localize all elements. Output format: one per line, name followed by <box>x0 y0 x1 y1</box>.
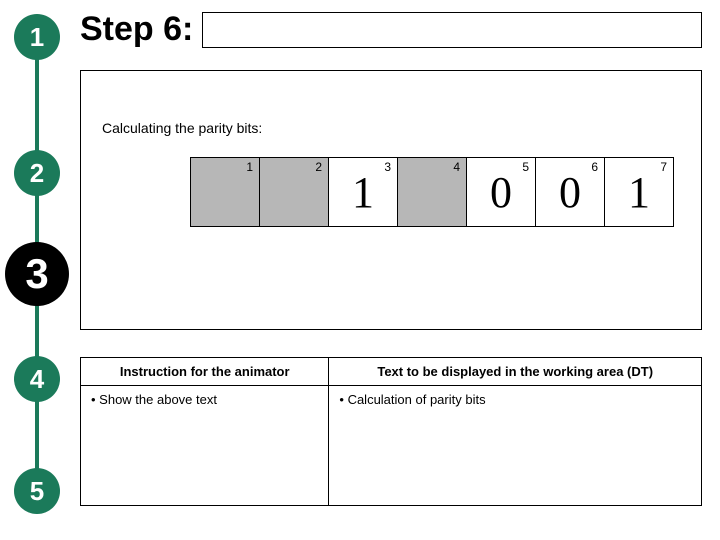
slide-canvas: 1 2 3 4 5 Step 6: Calculating the parity… <box>0 0 720 540</box>
bit-cell-3: 3 1 <box>328 157 398 227</box>
bit-cell-4: 4 <box>397 157 467 227</box>
step-title: Step 6: <box>80 10 193 49</box>
bit-index-3: 3 <box>384 160 391 174</box>
instr-cell-right: Calculation of parity bits <box>329 386 702 506</box>
step-marker-2: 2 <box>14 150 60 196</box>
instruction-table: Instruction for the animator Text to be … <box>80 357 702 506</box>
instr-header-right: Text to be displayed in the working area… <box>329 358 702 386</box>
bit-cell-5: 5 0 <box>466 157 536 227</box>
bit-index-2: 2 <box>315 160 322 174</box>
bit-index-5: 5 <box>522 160 529 174</box>
bit-row: 1 2 3 1 4 5 0 6 0 7 1 <box>190 157 674 227</box>
title-input-box <box>202 12 702 48</box>
instr-header-left: Instruction for the animator <box>81 358 329 386</box>
step-marker-4: 4 <box>14 356 60 402</box>
calculating-label: Calculating the parity bits: <box>102 120 262 136</box>
bit-index-7: 7 <box>660 160 667 174</box>
bit-cell-2: 2 <box>259 157 329 227</box>
step-marker-5: 5 <box>14 468 60 514</box>
instr-right-item: Calculation of parity bits <box>339 392 691 407</box>
step-marker-3-active: 3 <box>5 242 69 306</box>
bit-value-3: 1 <box>352 167 374 218</box>
bit-cell-1: 1 <box>190 157 260 227</box>
bit-value-6: 0 <box>559 167 581 218</box>
step-marker-1: 1 <box>14 14 60 60</box>
instr-cell-left: Show the above text <box>81 386 329 506</box>
bit-value-5: 0 <box>490 167 512 218</box>
bit-cell-6: 6 0 <box>535 157 605 227</box>
bit-index-4: 4 <box>453 160 460 174</box>
instr-left-item: Show the above text <box>91 392 318 407</box>
bit-index-1: 1 <box>246 160 253 174</box>
bit-cell-7: 7 1 <box>604 157 674 227</box>
bit-index-6: 6 <box>591 160 598 174</box>
bit-value-7: 1 <box>628 167 650 218</box>
